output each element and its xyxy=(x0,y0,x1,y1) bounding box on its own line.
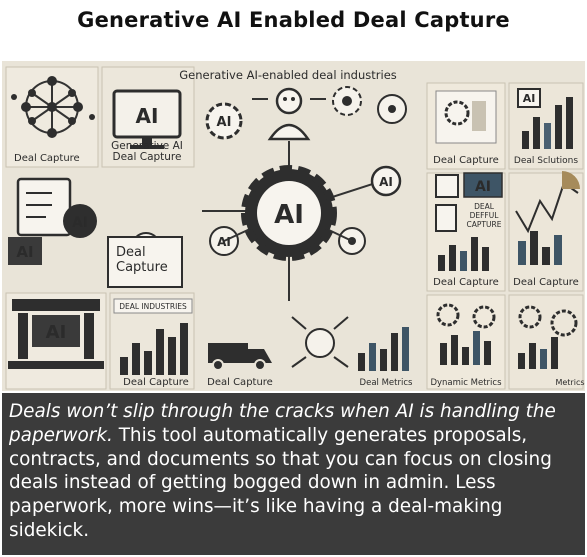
deal-industries-label: DEAL INDUSTRIES xyxy=(119,302,187,311)
illustration-svg: Generative AI-enabled deal industries De… xyxy=(5,66,585,390)
ai-top-mid-label: AI xyxy=(217,115,232,130)
bottom-caption-5: Metrics xyxy=(555,378,584,387)
deal-capture-illustration: Generative AI-enabled deal industries De… xyxy=(2,61,585,391)
bottom-caption-3: Deal Metrics xyxy=(360,378,413,388)
truck-icon xyxy=(208,343,272,371)
right-caption-1: Deal Capture xyxy=(433,155,499,166)
monitor-ai-label: AI xyxy=(136,104,159,128)
defful-label-1: DEAL xyxy=(474,202,495,211)
hub-icon xyxy=(291,316,349,368)
building-ai-label: AI xyxy=(46,322,67,343)
right-caption-2: Deal Sclutions xyxy=(514,156,578,166)
top-left-caption: Deal Capture xyxy=(14,153,80,164)
right-caption-4: Deal Capture xyxy=(513,277,579,288)
banner-label: Generative AI-enabled deal industries xyxy=(179,68,397,82)
deal-card-label-1: Deal xyxy=(116,245,146,260)
gear-stack-icon xyxy=(435,90,497,144)
gen-ai-label-2: Deal Capture xyxy=(113,151,182,163)
robot-icon xyxy=(252,87,326,141)
defful-label-3: CAPTURE xyxy=(467,220,502,229)
ai-box-top-right-label: AI xyxy=(523,92,536,105)
clipboard-ai-label: AI xyxy=(72,215,88,231)
metric-bars-icon xyxy=(358,327,409,371)
left-ai-label: AI xyxy=(16,243,33,261)
right-caption-3: Deal Capture xyxy=(433,277,499,288)
description-caption: Deals won’t slip through the cracks when… xyxy=(2,393,585,555)
center-ai-label: AI xyxy=(274,200,304,230)
ai-circle-right-label: AI xyxy=(379,175,393,189)
page-title: Generative AI Enabled Deal Capture xyxy=(77,8,510,32)
bottom-caption-2: Deal Capture xyxy=(207,377,273,388)
ai-screen-right-label: AI xyxy=(475,179,491,195)
deal-card-label-2: Capture xyxy=(116,260,168,275)
ai-small-left-label: AI xyxy=(217,235,231,249)
bottom-caption-4: Dynamic Metrics xyxy=(430,378,502,388)
defful-label-2: DEFFUL xyxy=(470,211,500,220)
bottom-caption-1: Deal Capture xyxy=(123,377,189,388)
